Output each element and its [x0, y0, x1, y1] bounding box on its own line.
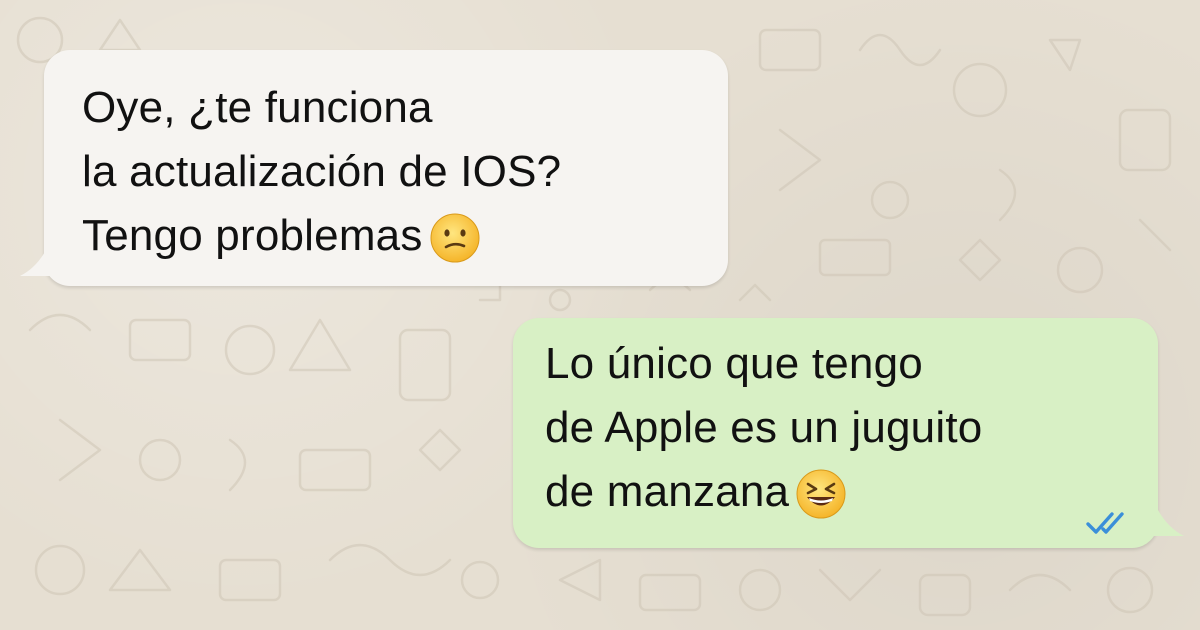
message-line: Lo único que tengo [545, 339, 923, 388]
message-line: Tengo problemas [82, 204, 561, 268]
confused-face-emoji-icon [430, 213, 480, 263]
laughing-face-emoji-icon [796, 469, 846, 519]
read-double-check-icon [1086, 512, 1124, 534]
message-line-text: de manzana [545, 467, 790, 516]
message-line-text: Tengo problemas [82, 211, 423, 260]
outgoing-message-text: Lo único que tengo de Apple es un juguit… [545, 332, 982, 524]
message-line: Oye, ¿te funciona [82, 83, 433, 132]
incoming-message-text: Oye, ¿te funciona la actualización de IO… [82, 76, 561, 268]
message-line: de manzana [545, 460, 982, 524]
outgoing-bubble-tail [1130, 496, 1184, 536]
message-line: de Apple es un juguito [545, 403, 983, 452]
message-line: la actualización de IOS? [82, 147, 562, 196]
incoming-bubble-tail [20, 236, 74, 276]
